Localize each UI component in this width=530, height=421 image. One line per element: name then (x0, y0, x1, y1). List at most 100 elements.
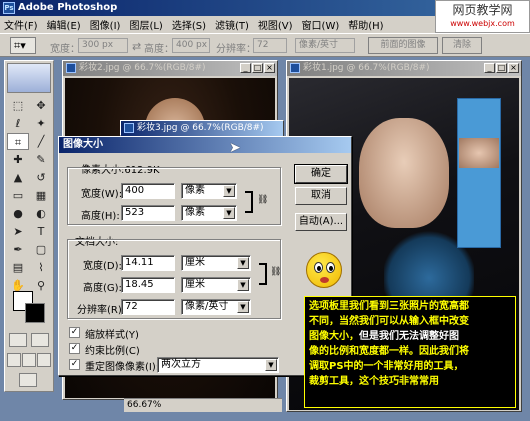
caption-line-5: 调取PS中的一个非常好用的工具， (309, 361, 464, 372)
move-tool-icon[interactable]: ✥ (30, 97, 52, 114)
doc-status-bar: 66.67% (124, 398, 282, 412)
resolution-unit-select[interactable]: 像素/英寸 ▼ (181, 299, 251, 315)
swap-icon[interactable]: ⇄ (132, 40, 141, 53)
constrain-proportions-label: 约束比例(C) (85, 346, 140, 357)
close-icon[interactable]: × (508, 63, 519, 73)
dropdown-arrow-icon: ▼ (223, 207, 235, 219)
ok-button[interactable]: 确定 (294, 164, 348, 184)
type-tool-icon[interactable]: T (30, 223, 52, 240)
screen-mode-full-icon[interactable] (37, 353, 51, 367)
slice-tool-icon[interactable]: ╱ (30, 133, 52, 150)
pixel-height-unit-select[interactable]: 像素 ▼ (181, 205, 237, 221)
pixel-height-input[interactable]: 523 (121, 205, 175, 221)
doc-window-3-titlebar[interactable]: 彩妆3.jpg @ 66.7%(RGB/8#) (121, 121, 283, 136)
maximize-icon[interactable]: □ (496, 63, 507, 73)
front-image-button[interactable]: 前面的图像 (368, 37, 438, 54)
doc-window-2-titlebar[interactable]: 彩妆2.jpg @ 66.7%(RGB/8#) _ □ × (63, 61, 277, 76)
doc-window-1-titlebar[interactable]: 彩妆1.jpg @ 66.7%(RGB/8#) _ □ × (287, 61, 521, 76)
pixel-width-label: 宽度(W): (81, 189, 123, 200)
doc-width-label: 宽度(D): (83, 261, 122, 272)
menu-window[interactable]: 窗口(W) (302, 17, 340, 32)
path-select-tool-icon[interactable]: ➤ (7, 223, 29, 240)
cancel-button[interactable]: 取消 (295, 187, 347, 205)
menu-help[interactable]: 帮助(H) (348, 17, 383, 32)
zoom-readout[interactable]: 66.67% (127, 400, 161, 410)
caption-line-6: 裁剪工具，这个技巧非常常用 (309, 376, 439, 387)
crop-tool-preset-icon[interactable]: ⌗▾ (10, 37, 36, 54)
menu-file[interactable]: 文件(F) (4, 17, 38, 32)
magic-wand-tool-icon[interactable]: ✦ (30, 115, 52, 132)
menu-filter[interactable]: 滤镜(T) (215, 17, 249, 32)
auto-button[interactable]: 自动(A)... (295, 213, 347, 231)
opt-res-input[interactable]: 72 (253, 38, 287, 53)
quickmask-mode-icon[interactable] (31, 333, 49, 347)
resolution-input[interactable]: 72 (121, 299, 175, 315)
doc-width-input[interactable]: 14.11 (121, 255, 175, 271)
doc-icon (124, 123, 134, 133)
watermark-logo: 网页教学网 www.webjx.com (435, 0, 530, 33)
chain-link-icon: ⛓ (257, 195, 269, 205)
stamp-tool-icon[interactable]: ▲ (7, 169, 29, 186)
screen-mode-standard-icon[interactable] (7, 353, 21, 367)
caption-line-3a: 图像大小， (309, 331, 359, 342)
dropdown-arrow-icon: ▼ (237, 257, 249, 269)
crop-tool-icon[interactable]: ⌗ (7, 133, 29, 150)
menu-edit[interactable]: 编辑(E) (47, 17, 81, 32)
shape-tool-icon[interactable]: ▢ (30, 241, 52, 258)
close-icon[interactable]: × (264, 63, 275, 73)
caption-line-4: 像的比例和宽度都一样。因此我们将 (309, 346, 469, 357)
opt-width-input[interactable]: 300 px (78, 38, 128, 53)
doc-height-input[interactable]: 18.45 (121, 277, 175, 293)
minimize-icon[interactable]: _ (484, 63, 495, 73)
dodge-tool-icon[interactable]: ◐ (30, 205, 52, 222)
background-color-swatch[interactable] (25, 303, 45, 323)
screen-mode-full-menu-icon[interactable] (22, 353, 36, 367)
watermark-line1: 网页教学网 (452, 3, 513, 17)
doc-window-3-title: 彩妆3.jpg @ 66.7%(RGB/8#) (137, 123, 264, 133)
menu-layer[interactable]: 图层(L) (129, 17, 162, 32)
blur-tool-icon[interactable]: ● (7, 205, 29, 222)
healing-tool-icon[interactable]: ✚ (7, 151, 29, 168)
menu-select[interactable]: 选择(S) (172, 17, 206, 32)
dropdown-arrow-icon: ▼ (237, 279, 249, 291)
menu-image[interactable]: 图像(I) (90, 17, 121, 32)
opt-height-label: 高度： (144, 44, 174, 55)
doc-width-unit-select[interactable]: 厘米 ▼ (181, 255, 251, 271)
eraser-tool-icon[interactable]: ▭ (7, 187, 29, 204)
history-brush-tool-icon[interactable]: ↺ (30, 169, 52, 186)
photoshop-app-icon: Ps (3, 2, 15, 14)
menu-view[interactable]: 视图(V) (258, 17, 293, 32)
feather-logo-icon (7, 63, 51, 93)
resample-label: 重定图像像素(I): (85, 362, 160, 373)
opt-res-label: 分辨率： (216, 44, 256, 55)
standard-mode-icon[interactable] (9, 333, 27, 347)
brush-tool-icon[interactable]: ✎ (30, 151, 52, 168)
pixel-height-unit: 像素 (185, 207, 205, 218)
constrain-proportions-checkbox[interactable]: ✓ (69, 343, 80, 354)
doc-icon (290, 63, 300, 73)
resample-checkbox[interactable]: ✓ (69, 359, 80, 370)
opt-height-input[interactable]: 400 px (172, 38, 210, 53)
pixel-width-input[interactable]: 400 (121, 183, 175, 199)
options-bar: ⌗▾ 宽度： 300 px ⇄ 高度： 400 px 分辨率： 72 像素/英寸… (0, 33, 530, 57)
scale-styles-checkbox[interactable]: ✓ (69, 327, 80, 338)
pixel-width-unit-select[interactable]: 像素 ▼ (181, 183, 237, 199)
lasso-tool-icon[interactable]: ℓ (7, 115, 29, 132)
jump-to-imageready-icon[interactable] (19, 373, 37, 387)
opt-res-unit-select[interactable]: 像素/英寸 (295, 38, 355, 53)
doc-icon (66, 63, 76, 73)
pen-tool-icon[interactable]: ✒ (7, 241, 29, 258)
eyedropper-tool-icon[interactable]: ⌇ (30, 259, 52, 276)
minimize-icon[interactable]: _ (240, 63, 251, 73)
notes-tool-icon[interactable]: ▤ (7, 259, 29, 276)
gradient-tool-icon[interactable]: ▦ (30, 187, 52, 204)
doc-height-unit-select[interactable]: 厘米 ▼ (181, 277, 251, 293)
resample-method-select[interactable]: 两次立方 ▼ (157, 357, 279, 373)
clear-button[interactable]: 清除 (442, 37, 482, 54)
chain-link-icon: ⛓ (270, 267, 282, 277)
maximize-icon[interactable]: □ (252, 63, 263, 73)
pixel-height-label: 高度(H): (81, 211, 120, 222)
zoom-tool-icon[interactable]: ⚲ (30, 277, 52, 294)
marquee-tool-icon[interactable]: ⬚ (7, 97, 29, 114)
watermark-line2: www.webjx.com (450, 19, 515, 28)
